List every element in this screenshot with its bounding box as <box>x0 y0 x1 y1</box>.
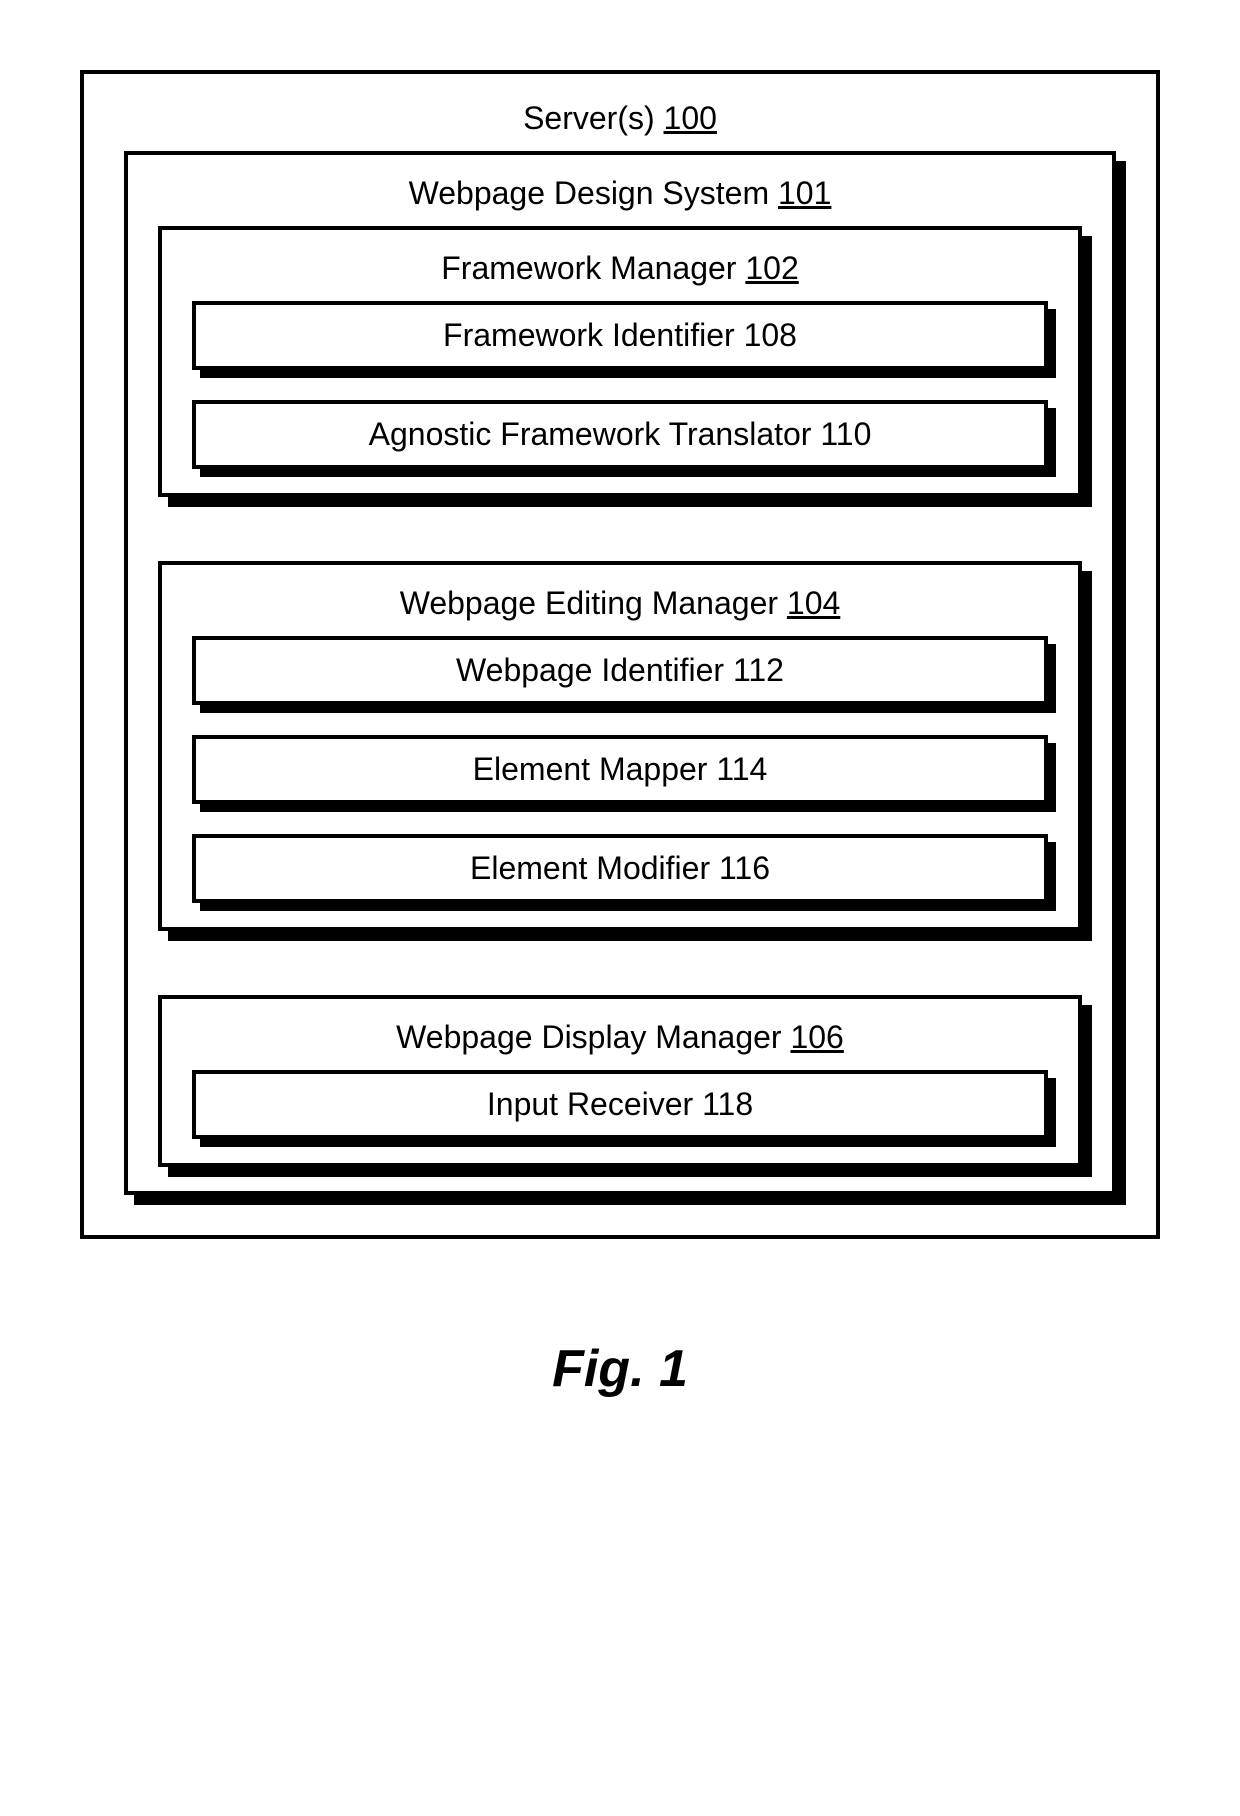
server-label: Server(s) 100 <box>124 100 1116 137</box>
system-label-text: Webpage Design System <box>409 175 769 211</box>
display-manager-label: Webpage Display Manager 106 <box>192 1019 1048 1056</box>
framework-manager-label: Framework Manager 102 <box>192 250 1048 287</box>
framework-manager-box: Framework Manager 102 Framework Identifi… <box>158 226 1082 497</box>
framework-manager-num: 102 <box>745 250 798 286</box>
input-receiver-num: 118 <box>702 1086 753 1122</box>
system-label-num: 101 <box>778 175 831 211</box>
server-box: Server(s) 100 Webpage Design System 101 … <box>80 70 1160 1239</box>
display-manager-text: Webpage Display Manager <box>396 1019 781 1055</box>
server-label-num: 100 <box>664 100 717 136</box>
agnostic-translator-box: Agnostic Framework Translator 110 <box>192 400 1048 469</box>
element-modifier-num: 116 <box>719 850 770 886</box>
webpage-identifier-text: Webpage Identifier <box>456 652 724 688</box>
editing-manager-label: Webpage Editing Manager 104 <box>192 585 1048 622</box>
element-mapper-text: Element Mapper <box>473 751 708 787</box>
editing-manager-box: Webpage Editing Manager 104 Webpage Iden… <box>158 561 1082 931</box>
webpage-identifier-box: Webpage Identifier 112 <box>192 636 1048 705</box>
framework-manager-text: Framework Manager <box>441 250 736 286</box>
editing-manager-text: Webpage Editing Manager <box>400 585 778 621</box>
element-modifier-box: Element Modifier 116 <box>192 834 1048 903</box>
editing-manager-num: 104 <box>787 585 840 621</box>
webpage-identifier-num: 112 <box>733 652 784 688</box>
element-mapper-box: Element Mapper 114 <box>192 735 1048 804</box>
server-label-text: Server(s) <box>523 100 655 136</box>
framework-identifier-num: 108 <box>744 317 797 353</box>
agnostic-translator-num: 110 <box>820 416 871 452</box>
display-manager-num: 106 <box>790 1019 843 1055</box>
element-mapper-num: 114 <box>716 751 767 787</box>
display-manager-box: Webpage Display Manager 106 Input Receiv… <box>158 995 1082 1167</box>
input-receiver-box: Input Receiver 118 <box>192 1070 1048 1139</box>
system-box: Webpage Design System 101 Framework Mana… <box>124 151 1116 1195</box>
system-label: Webpage Design System 101 <box>158 175 1082 212</box>
agnostic-translator-text: Agnostic Framework Translator <box>369 416 812 452</box>
figure-caption: Fig. 1 <box>80 1339 1160 1399</box>
framework-identifier-box: Framework Identifier 108 <box>192 301 1048 370</box>
element-modifier-text: Element Modifier <box>470 850 710 886</box>
input-receiver-text: Input Receiver <box>487 1086 693 1122</box>
framework-identifier-text: Framework Identifier <box>443 317 735 353</box>
